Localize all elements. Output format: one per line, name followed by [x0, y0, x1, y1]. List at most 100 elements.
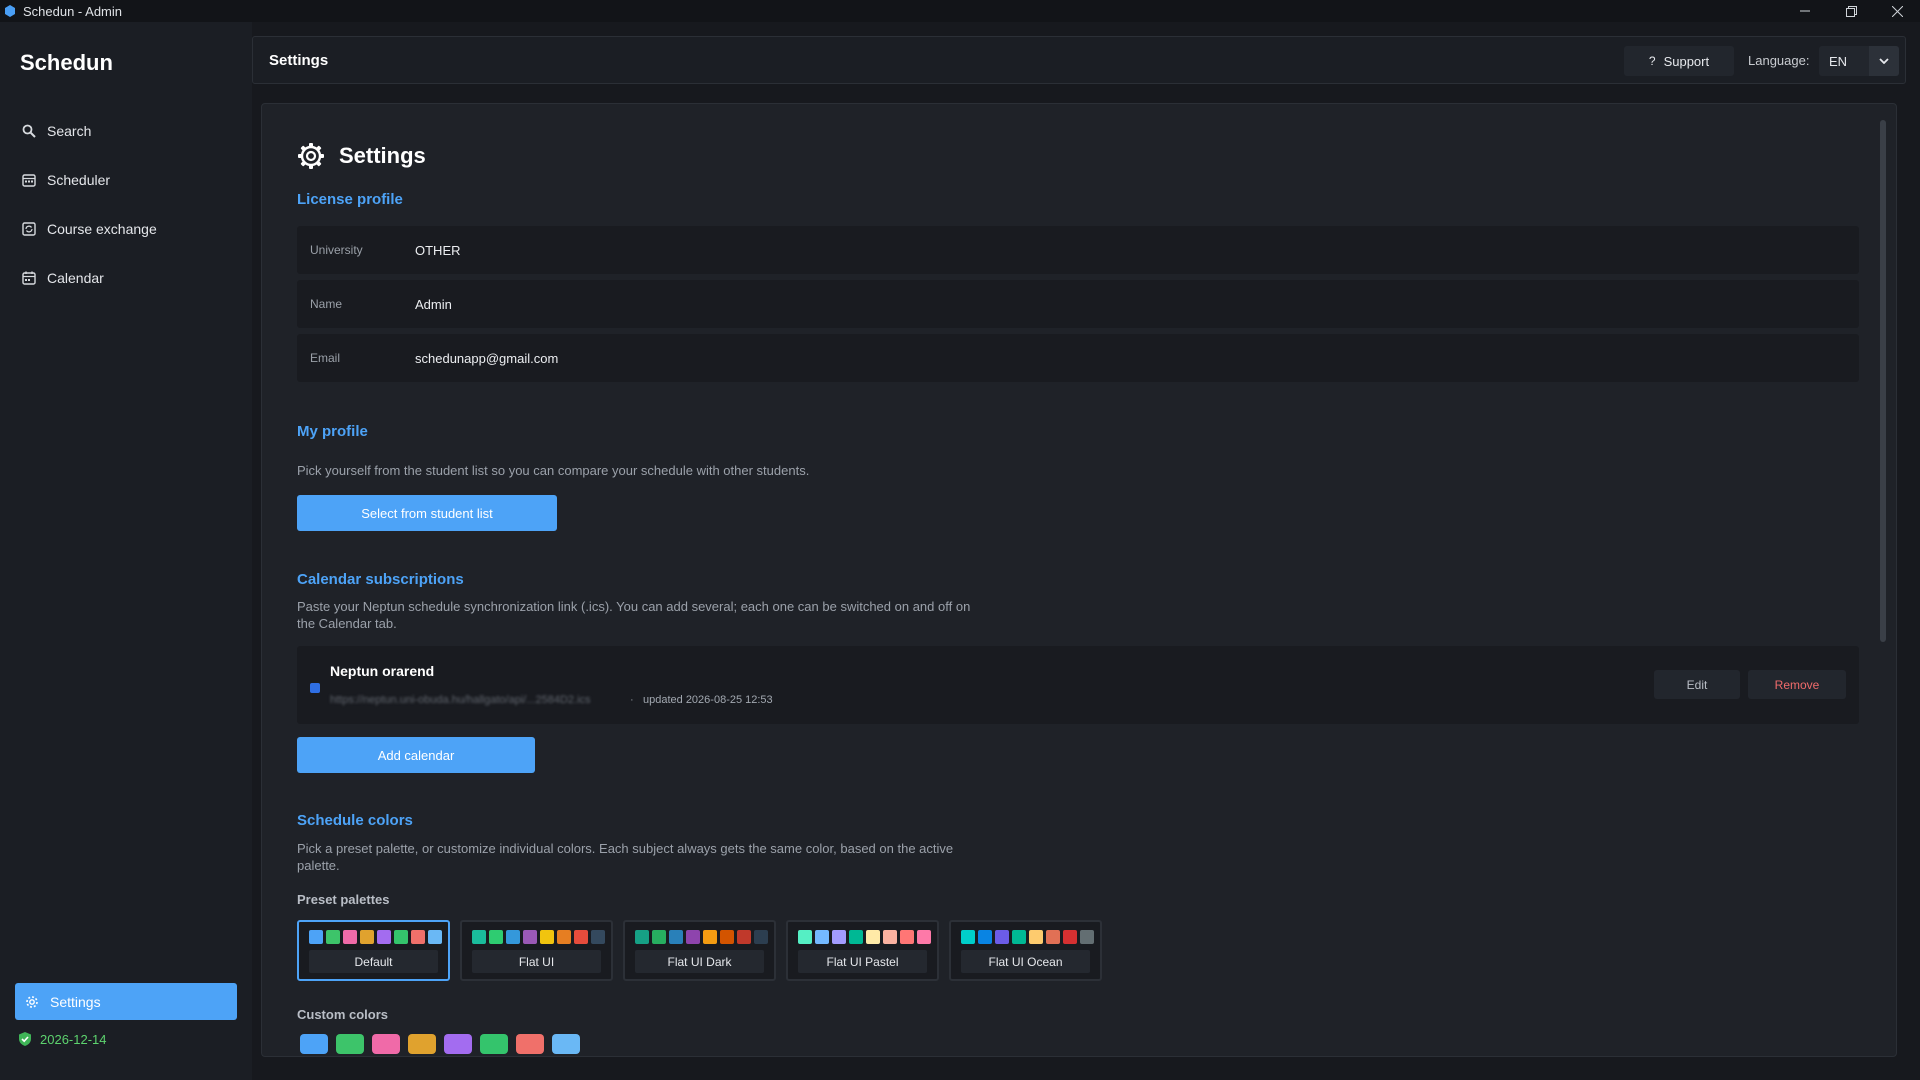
palette-name: Default [309, 950, 438, 973]
calendar-name: Neptun orarend [330, 663, 435, 679]
calendar-subscriptions-title: Calendar subscriptions [297, 571, 464, 588]
field-name: Name Admin [297, 280, 1859, 328]
color-swatch [506, 930, 520, 944]
restore-icon [1845, 5, 1857, 17]
palette-option[interactable]: Flat UI Pastel [786, 920, 939, 981]
edit-calendar-button[interactable]: Edit [1654, 670, 1740, 699]
restore-button[interactable] [1828, 0, 1874, 22]
color-swatch [832, 930, 846, 944]
field-value: Admin [415, 297, 452, 312]
my-profile-title: My profile [297, 423, 368, 440]
color-swatch [489, 930, 503, 944]
color-swatch [1029, 930, 1043, 944]
color-swatch [1063, 930, 1077, 944]
color-swatch [849, 930, 863, 944]
palette-name: Flat UI Pastel [798, 950, 927, 973]
window-controls [1782, 0, 1920, 22]
license-status: 2026-12-14 [17, 1031, 107, 1047]
custom-color-swatch[interactable] [480, 1034, 508, 1054]
color-swatch [737, 930, 751, 944]
color-swatch [754, 930, 768, 944]
color-swatch [523, 930, 537, 944]
custom-color-swatch[interactable] [300, 1034, 328, 1054]
sidebar-item-search[interactable]: Search [14, 106, 238, 155]
sidebar-item-label: Scheduler [47, 171, 111, 188]
custom-color-swatch[interactable] [372, 1034, 400, 1054]
remove-calendar-button[interactable]: Remove [1748, 670, 1846, 699]
add-calendar-button[interactable]: Add calendar [297, 737, 535, 773]
color-swatch [961, 930, 975, 944]
sidebar-item-label: Course exchange [47, 220, 157, 237]
calendar-grid-icon [21, 172, 37, 188]
custom-color-swatch[interactable] [336, 1034, 364, 1054]
palette-name: Flat UI [472, 950, 601, 973]
field-label: Email [310, 351, 341, 365]
select-student-button[interactable]: Select from student list [297, 495, 557, 531]
field-value: OTHER [415, 243, 461, 258]
calendar-subscription-item: Neptun orarend https://neptun.uni-obuda.… [297, 646, 1859, 724]
palette-swatches [309, 930, 442, 944]
custom-color-swatch[interactable] [444, 1034, 472, 1054]
custom-color-swatch[interactable] [552, 1034, 580, 1054]
license-profile-title: License profile [297, 191, 403, 208]
color-swatch [669, 930, 683, 944]
window-title: Schedun - Admin [23, 3, 123, 19]
custom-color-swatch[interactable] [516, 1034, 544, 1054]
field-email: Email schedunapp@gmail.com [297, 334, 1859, 382]
palette-swatches [472, 930, 605, 944]
vertical-scrollbar[interactable] [1880, 120, 1886, 642]
sidebar-item-calendar[interactable]: Calendar [14, 253, 238, 302]
preset-palettes-label: Preset palettes [297, 892, 390, 907]
field-university: University OTHER [297, 226, 1859, 274]
language-value: EN [1829, 54, 1848, 69]
field-value: schedunapp@gmail.com [415, 351, 559, 366]
field-label: University [310, 243, 363, 257]
palette-swatches [798, 930, 931, 944]
color-swatch [900, 930, 914, 944]
palette-name: Flat UI Dark [635, 950, 764, 973]
calendar-color-dot[interactable] [310, 683, 320, 693]
sidebar-item-label: Calendar [47, 269, 104, 286]
palette-option[interactable]: Flat UI Dark [623, 920, 776, 981]
sidebar-item-label: Search [47, 122, 92, 139]
color-swatch [978, 930, 992, 944]
separator-dot: · [630, 694, 634, 706]
color-swatch [540, 930, 554, 944]
color-swatch [1046, 930, 1060, 944]
sidebar-item-settings[interactable]: Settings [15, 983, 237, 1020]
custom-color-swatch[interactable] [408, 1034, 436, 1054]
support-button[interactable]: ? Support [1624, 46, 1734, 76]
palette-swatches [961, 930, 1094, 944]
palette-option[interactable]: Flat UI [460, 920, 613, 981]
sidebar-nav: Search Scheduler Course exchange Calenda… [14, 106, 238, 302]
palette-option[interactable]: Default [297, 920, 450, 981]
color-swatch [309, 930, 323, 944]
language-select[interactable]: EN [1819, 46, 1899, 76]
color-swatch [411, 930, 425, 944]
chevron-down-icon[interactable] [1869, 46, 1899, 76]
color-swatch [1080, 930, 1094, 944]
color-swatch [360, 930, 374, 944]
exchange-icon [21, 221, 37, 237]
license-date-text: 2026-12-14 [40, 1031, 107, 1047]
close-icon [1891, 5, 1903, 17]
color-swatch [686, 930, 700, 944]
support-label: Support [1663, 53, 1710, 69]
language-label: Language: [1748, 53, 1810, 68]
color-swatch [652, 930, 666, 944]
calendar-subscriptions-description: Paste your Neptun schedule synchronizati… [297, 599, 971, 631]
preset-palettes: Default Flat UI Flat UI Dark Flat UI Pastel… [297, 920, 1102, 981]
sidebar-item-course-exchange[interactable]: Course exchange [14, 204, 238, 253]
color-swatch [1012, 930, 1026, 944]
close-button[interactable] [1874, 0, 1920, 22]
color-swatch [472, 930, 486, 944]
palette-option[interactable]: Flat UI Ocean [949, 920, 1102, 981]
color-swatch [635, 930, 649, 944]
color-swatch [428, 930, 442, 944]
top-header: Settings ? Support Language: EN [252, 36, 1906, 84]
sidebar-item-scheduler[interactable]: Scheduler [14, 155, 238, 204]
shield-check-icon [17, 1031, 33, 1047]
schedule-colors-description: Pick a preset palette, or customize indi… [297, 841, 954, 873]
minimize-button[interactable] [1782, 0, 1828, 22]
window-titlebar: Schedun - Admin [0, 0, 1920, 22]
